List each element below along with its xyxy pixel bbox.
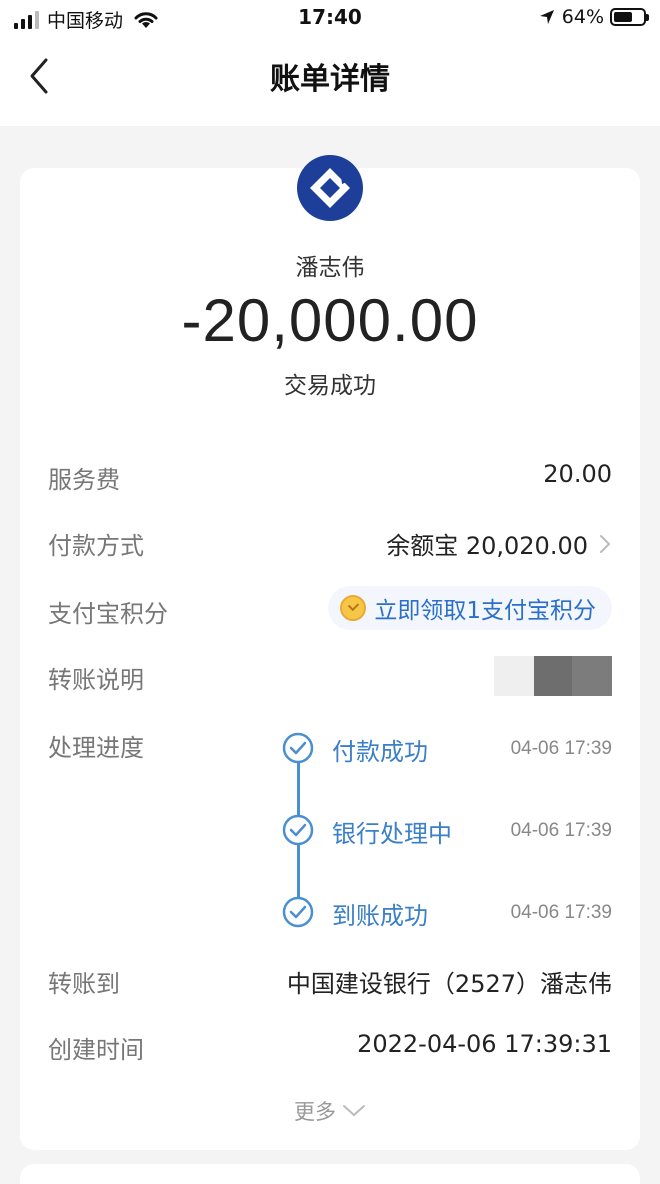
payment-method-label: 付款方式 <box>48 532 144 560</box>
timeline-step: 银行处理中 04-06 17:39 <box>282 814 612 850</box>
nav-bar: 账单详情 <box>0 36 660 126</box>
transaction-amount: -20,000.00 <box>181 287 479 354</box>
payment-method-row[interactable]: 付款方式 余额宝 20,020.00 <box>48 522 612 562</box>
timeline-step: 付款成功 04-06 17:39 <box>282 732 612 768</box>
timeline-step-time: 04-06 17:39 <box>510 738 612 759</box>
progress-timeline: 付款成功 04-06 17:39 银行处理中 04-06 17:39 到账成功 … <box>282 728 612 930</box>
timeline-step-time: 04-06 17:39 <box>510 820 612 841</box>
claim-points-button[interactable]: 立即领取1支付宝积分 <box>328 586 612 630</box>
timeline-step-time: 04-06 17:39 <box>510 902 612 923</box>
fee-value: 20.00 <box>543 460 612 488</box>
check-circle-icon <box>282 814 314 846</box>
status-bar: 中国移动 17:40 64% <box>0 0 660 36</box>
bill-detail-card: 潘志伟 -20,000.00 交易成功 服务费 20.00 付款方式 余额宝 2… <box>20 155 640 1150</box>
memo-redacted <box>494 656 612 696</box>
created-time-row: 创建时间 2022-04-06 17:39:31 <box>48 1026 612 1066</box>
payment-method-value: 余额宝 20,020.00 <box>386 532 588 560</box>
created-time-value: 2022-04-06 17:39:31 <box>357 1030 612 1058</box>
location-arrow-icon <box>539 10 554 24</box>
points-label: 支付宝积分 <box>48 600 168 628</box>
points-coin-icon <box>340 595 367 621</box>
claim-points-text: 立即领取1支付宝积分 <box>374 598 596 624</box>
transfer-to-value: 中国建设银行（2527）潘志伟 <box>286 970 612 998</box>
created-time-label: 创建时间 <box>48 1036 144 1064</box>
more-label: 更多 <box>294 1100 336 1124</box>
check-circle-icon <box>282 896 314 928</box>
status-right: 64% <box>538 6 649 28</box>
transfer-to-label: 转账到 <box>48 970 120 998</box>
chevron-down-icon <box>343 1105 365 1117</box>
more-button[interactable]: 更多 <box>20 1096 640 1126</box>
check-circle-icon <box>282 732 314 764</box>
payee-name: 潘志伟 <box>295 255 365 281</box>
transfer-to-row: 转账到 中国建设银行（2527）潘志伟 <box>48 960 612 1000</box>
timeline-step-label: 付款成功 <box>332 738 428 766</box>
timeline-step-label: 到账成功 <box>332 902 428 930</box>
fee-row: 服务费 20.00 <box>48 456 612 496</box>
page-title: 账单详情 <box>270 62 390 97</box>
progress-label: 处理进度 <box>48 734 144 762</box>
points-row: 支付宝积分 立即领取1支付宝积分 <box>48 586 612 630</box>
memo-label: 转账说明 <box>48 666 144 694</box>
next-card-peek <box>20 1164 640 1184</box>
transaction-status: 交易成功 <box>284 373 376 399</box>
battery-percent: 64% <box>561 6 604 28</box>
payment-method-value-wrap: 余额宝 20,020.00 <box>386 526 612 561</box>
timeline-step: 到账成功 04-06 17:39 <box>282 896 612 932</box>
memo-row: 转账说明 <box>48 656 612 696</box>
timeline-step-label: 银行处理中 <box>332 820 452 848</box>
battery-icon <box>610 8 649 26</box>
fee-label: 服务费 <box>48 466 120 494</box>
ccb-bank-logo-icon <box>297 155 363 221</box>
chevron-right-icon <box>600 534 611 553</box>
